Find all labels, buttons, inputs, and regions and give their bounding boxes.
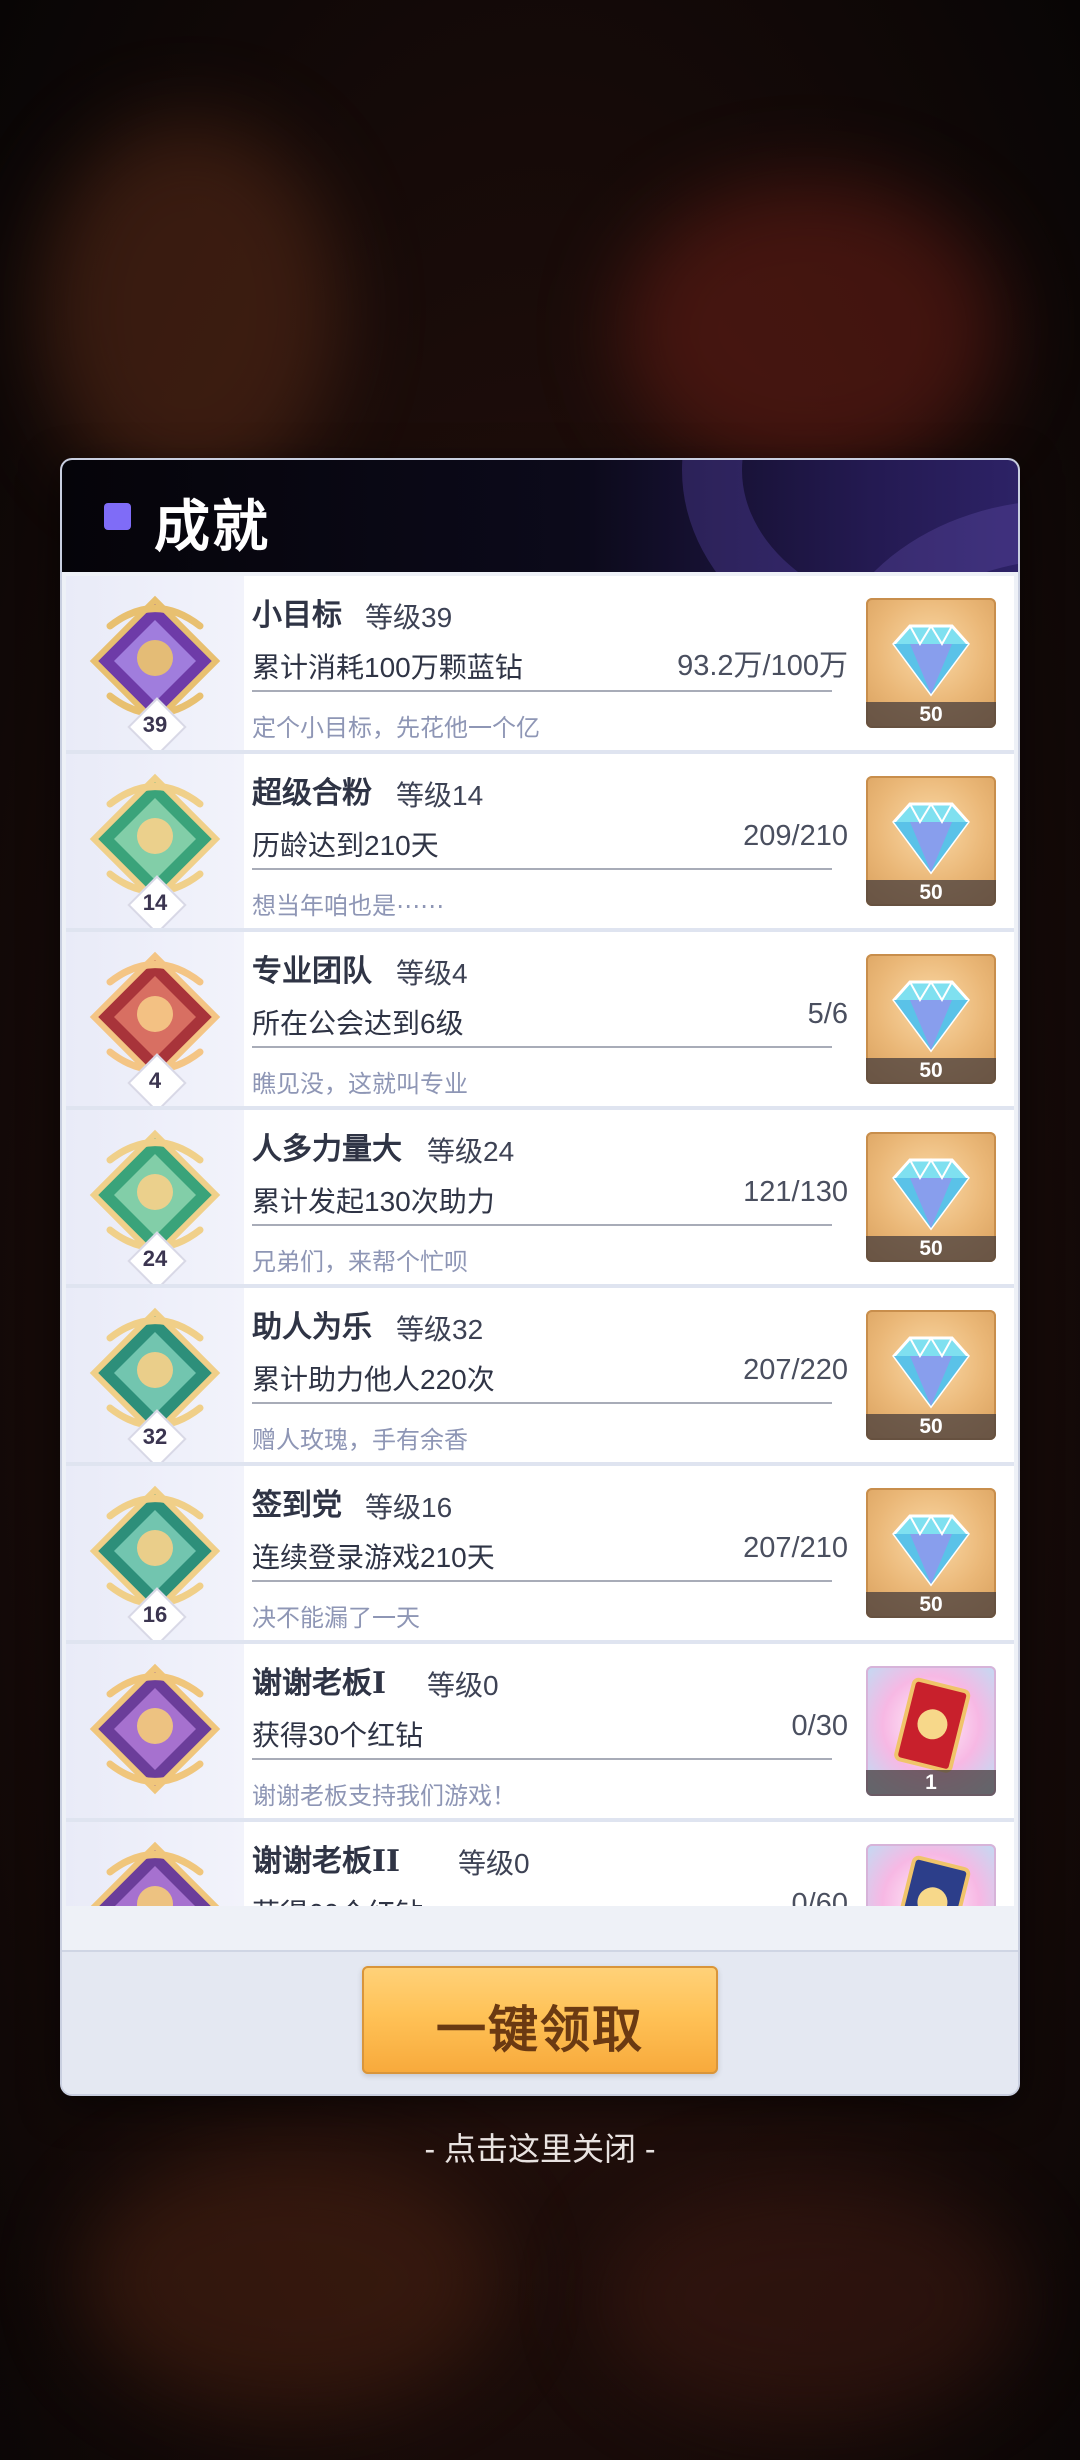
reward-quantity: 50 (919, 1415, 943, 1438)
achievement-description: 决不能漏了一天 (252, 1605, 420, 1632)
badge-level-number: 4 (148, 1068, 162, 1093)
achievement-progress: 207/220 (743, 1354, 848, 1386)
achievement-description: 兄弟们，来帮个忙呗 (252, 1249, 468, 1276)
dialog-header: 成就 (62, 460, 1018, 572)
achievement-level-label: 等级0 (458, 1848, 530, 1879)
header-square-icon (104, 503, 131, 530)
badge-level-number: 16 (142, 1602, 168, 1627)
reward-item[interactable]: 1 (866, 1666, 996, 1796)
achievement-row[interactable]: 16 签到党 等级16 连续登录游戏210天 207/210 决不能漏了一天 50 (66, 1466, 1014, 1647)
achievement-progress: 207/210 (743, 1532, 848, 1564)
achievement-row[interactable]: 谢谢老板II 等级0 获得60个红钻 0/60 (66, 1822, 1014, 1906)
reward-item[interactable] (866, 1844, 996, 1906)
progress-divider (252, 1224, 832, 1226)
achievement-name: 人多力量大 (252, 1132, 402, 1167)
reward-quantity: 50 (919, 1593, 943, 1616)
achievement-row[interactable]: 4 专业团队 等级4 所在公会达到6级 5/6 瞧见没，这就叫专业 50 (66, 932, 1014, 1113)
progress-divider (252, 1402, 832, 1404)
achievement-list[interactable]: 39 小目标 等级39 累计消耗100万颗蓝钻 93.2万/100万定个小目标，先花他一… (66, 576, 1014, 1906)
achievement-progress: 93.2万/100万 (677, 650, 848, 682)
achievements-dialog: 成就 39 小目标 等级39 累计消耗100万颗蓝钻 93.2万/100万定个小目标，先… (62, 460, 1018, 2094)
progress-divider (252, 1580, 832, 1582)
achievement-level-label: 等级14 (396, 780, 484, 811)
badge-level-number: 24 (142, 1246, 168, 1271)
blue-card-icon (894, 1855, 971, 1906)
badge-level-number: 39 (142, 712, 168, 737)
reward-item[interactable]: 50 (866, 776, 996, 906)
achievement-name: 专业团队 (252, 954, 372, 989)
achievement-task: 历龄达到210天 (252, 830, 439, 861)
achievement-name: 谢谢老板II (252, 1844, 401, 1879)
close-hint-link[interactable]: - 点击这里关闭 - (340, 2124, 740, 2170)
achievement-progress: 0/30 (791, 1710, 848, 1742)
achievement-task: 累计发起130次助力 (252, 1186, 495, 1217)
progress-divider (252, 868, 832, 870)
dialog-title: 成就 (154, 494, 270, 560)
reward-item[interactable]: 50 (866, 598, 996, 728)
reward-quantity: 50 (919, 1059, 943, 1082)
achievement-badge-icon (90, 1841, 220, 1906)
achievement-progress: 0/60 (791, 1888, 848, 1906)
achievement-level-label: 等级16 (365, 1492, 453, 1523)
achievement-task: 所在公会达到6级 (252, 1008, 464, 1039)
achievement-name: 签到党 (252, 1488, 342, 1523)
achievement-badge-icon (89, 1663, 221, 1795)
badge-level-number: 14 (142, 890, 168, 915)
achievement-name: 小目标 (252, 598, 342, 633)
achievement-level-label: 等级4 (396, 958, 468, 989)
claim-all-label: 一键领取 (436, 2000, 644, 2059)
reward-quantity: 50 (919, 1237, 943, 1260)
achievement-description: 定个小目标，先花他一个亿 (252, 715, 540, 742)
badge-area (66, 1644, 244, 1818)
progress-divider (252, 690, 832, 692)
achievement-description: 瞧见没，这就叫专业 (252, 1071, 468, 1098)
achievement-row[interactable]: 谢谢老板I 等级0 获得30个红钻 0/30 谢谢老板支持我们游戏！ 1 (66, 1644, 1014, 1822)
claim-all-button[interactable]: 一键领取 (362, 1966, 718, 2074)
achievement-name: 谢谢老板I (252, 1666, 387, 1701)
reward-quantity: 50 (919, 881, 943, 904)
achievement-task: 累计消耗100万颗蓝钻 (252, 652, 523, 683)
achievement-level-label: 等级0 (427, 1670, 499, 1701)
achievement-task: 累计助力他人220次 (252, 1364, 495, 1395)
achievement-description: 谢谢老板支持我们游戏！ (252, 1783, 516, 1810)
achievement-progress: 5/6 (807, 998, 848, 1030)
achievement-task: 获得60个红钻 (252, 1892, 423, 1906)
reward-quantity: 50 (919, 703, 943, 726)
achievement-row[interactable]: 14 超级合粉 等级14 历龄达到210天 209/210 想当年咱也是⋯⋯ 50 (66, 754, 1014, 935)
badge-level-number: 32 (142, 1424, 168, 1449)
achievement-description: 赠人玫瑰，手有余香 (252, 1427, 468, 1454)
achievement-name: 超级合粉 (252, 776, 372, 811)
achievement-row[interactable]: 39 小目标 等级39 累计消耗100万颗蓝钻 93.2万/100万定个小目标，先花他一… (66, 576, 1014, 757)
progress-divider (252, 1046, 832, 1048)
achievement-task: 获得30个红钻 (252, 1720, 424, 1751)
achievement-progress: 209/210 (743, 820, 848, 852)
reward-quantity: 1 (925, 1771, 937, 1794)
achievement-level-label: 等级24 (427, 1136, 515, 1167)
reward-item[interactable]: 50 (866, 1488, 996, 1618)
progress-divider (252, 1758, 832, 1760)
badge-area (66, 1822, 244, 1906)
achievement-task: 连续登录游戏210天 (252, 1542, 495, 1573)
reward-item[interactable]: 50 (866, 1132, 996, 1262)
achievement-level-label: 等级39 (365, 602, 453, 633)
achievement-description: 想当年咱也是⋯⋯ (252, 893, 444, 920)
achievement-name: 助人为乐 (252, 1310, 372, 1345)
achievement-level-label: 等级32 (396, 1314, 484, 1345)
reward-item[interactable]: 50 (866, 1310, 996, 1440)
achievement-row[interactable]: 24 人多力量大 等级24 累计发起130次助力 121/130 兄弟们，来帮个忙呗 50 (66, 1110, 1014, 1291)
reward-item[interactable]: 50 (866, 954, 996, 1084)
achievement-row[interactable]: 32 助人为乐 等级32 累计助力他人220次 207/220 赠人玫瑰，手有余香 50 (66, 1288, 1014, 1469)
achievement-progress: 121/130 (743, 1176, 848, 1208)
